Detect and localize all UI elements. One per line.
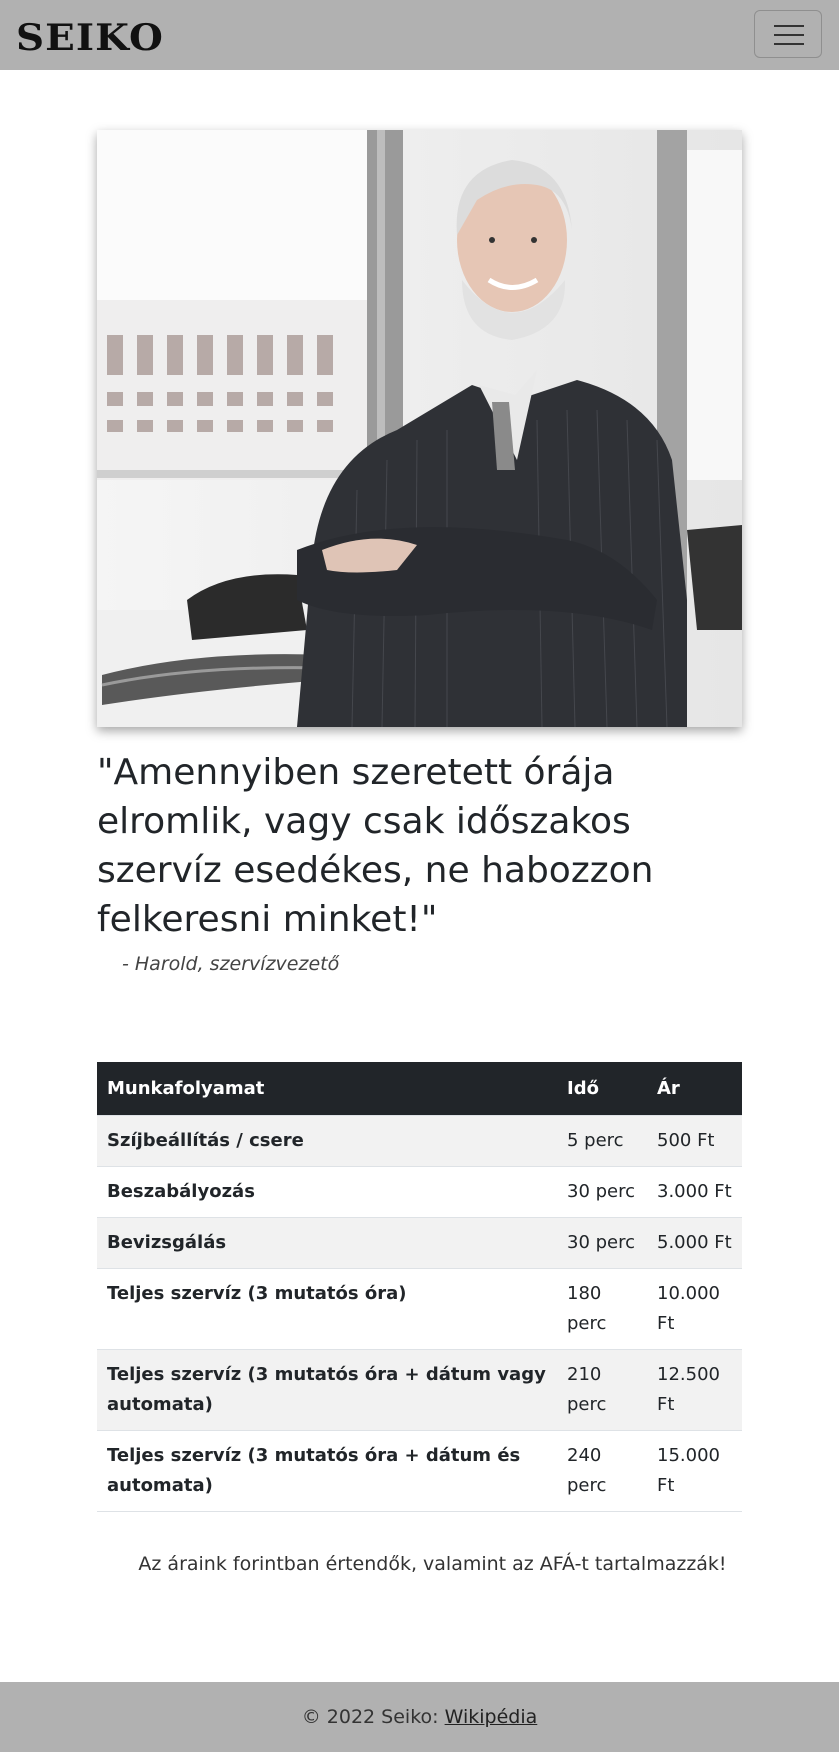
column-header-task: Munkafolyamat	[97, 1062, 557, 1115]
price-cell: 10.000 Ft	[647, 1267, 742, 1349]
task-cell: Bevizsgálás	[97, 1216, 557, 1268]
table-row: Beszabályozás 30 perc 3.000 Ft	[97, 1165, 742, 1217]
task-cell: Teljes szervíz (3 mutatós óra)	[97, 1267, 557, 1349]
time-cell: 5 perc	[557, 1114, 647, 1166]
page-footer: © 2022 Seiko: Wikipédia	[0, 1682, 839, 1752]
hero-photo	[97, 130, 742, 727]
task-cell: Szíjbeállítás / csere	[97, 1114, 557, 1166]
price-cell: 500 Ft	[647, 1114, 742, 1166]
task-cell: Teljes szervíz (3 mutatós óra + dátum va…	[97, 1348, 557, 1430]
column-header-time: Idő	[557, 1062, 647, 1115]
testimonial-quote: "Amennyiben szeretett órája elromlik, va…	[97, 752, 654, 940]
table-row: Teljes szervíz (3 mutatós óra + dátum és…	[97, 1429, 742, 1512]
testimonial-attribution: - Harold, szervízvezető	[122, 953, 340, 975]
time-cell: 240 perc	[557, 1429, 647, 1512]
table-row: Bevizsgálás 30 perc 5.000 Ft	[97, 1216, 742, 1268]
menu-toggle-button[interactable]	[754, 10, 822, 58]
service-price-table: Munkafolyamat Idő Ár Szíjbeállítás / cse…	[97, 1062, 742, 1512]
navbar: SEIKO	[0, 0, 839, 70]
column-header-price: Ár	[647, 1062, 742, 1115]
manager-portrait-image	[97, 130, 742, 727]
time-cell: 30 perc	[557, 1165, 647, 1217]
task-cell: Teljes szervíz (3 mutatós óra + dátum és…	[97, 1429, 557, 1512]
price-cell: 5.000 Ft	[647, 1216, 742, 1268]
time-cell: 210 perc	[557, 1348, 647, 1430]
price-cell: 15.000 Ft	[647, 1429, 742, 1512]
brand-logo[interactable]: SEIKO	[16, 18, 164, 58]
table-row: Szíjbeállítás / csere 5 perc 500 Ft	[97, 1114, 742, 1166]
hamburger-icon	[774, 43, 804, 45]
wikipedia-link[interactable]: Wikipédia	[445, 1706, 538, 1728]
table-row: Teljes szervíz (3 mutatós óra) 180 perc …	[97, 1267, 742, 1349]
hamburger-icon	[774, 25, 804, 27]
table-header-row: Munkafolyamat Idő Ár	[97, 1062, 742, 1115]
task-cell: Beszabályozás	[97, 1165, 557, 1217]
price-cell: 3.000 Ft	[647, 1165, 742, 1217]
price-cell: 12.500 Ft	[647, 1348, 742, 1430]
time-cell: 30 perc	[557, 1216, 647, 1268]
table-row: Teljes szervíz (3 mutatós óra + dátum va…	[97, 1348, 742, 1430]
time-cell: 180 perc	[557, 1267, 647, 1349]
price-note: Az áraink forintban értendők, valamint a…	[138, 1553, 727, 1575]
copyright-text: © 2022 Seiko:	[301, 1706, 445, 1728]
hamburger-icon	[774, 34, 804, 36]
